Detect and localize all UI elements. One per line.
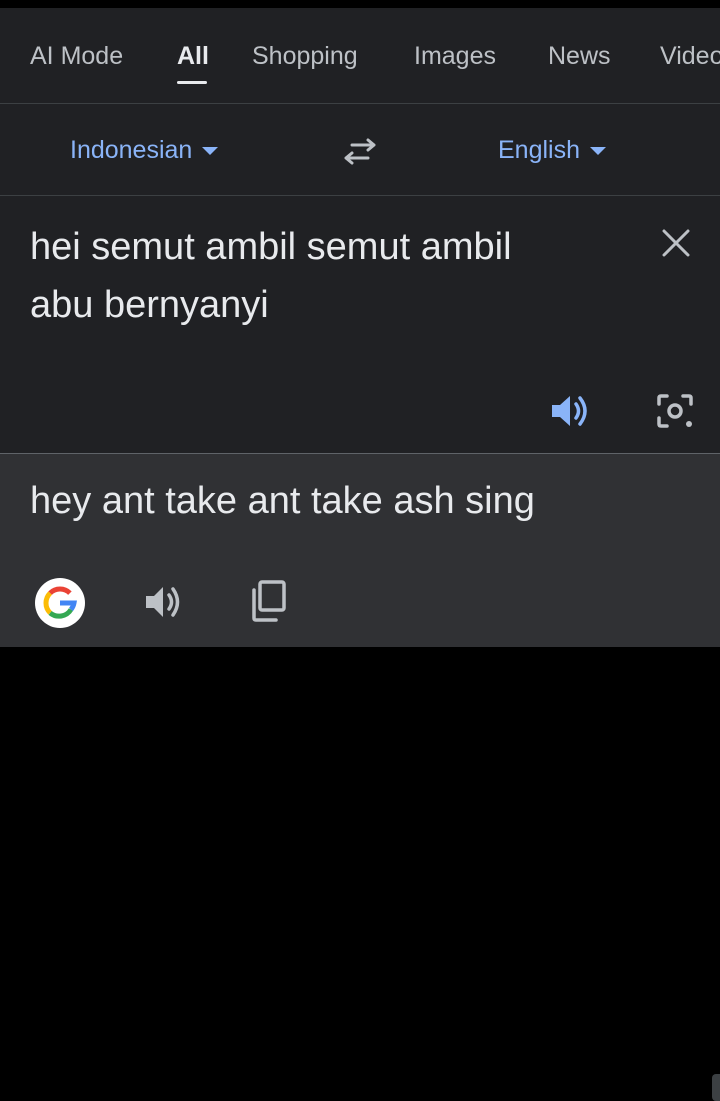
swap-languages-icon (344, 138, 376, 165)
tab-ai-mode[interactable]: AI Mode (30, 42, 123, 71)
source-text-input[interactable]: hei semut ambil semut ambil abu bernyany… (30, 218, 550, 334)
speaker-icon (552, 396, 587, 426)
clear-text-button[interactable] (659, 226, 693, 260)
scrollbar-thumb[interactable] (712, 1074, 720, 1101)
status-bar-strip (0, 0, 720, 8)
copy-translation-button[interactable] (250, 580, 288, 622)
camera-icon (657, 394, 693, 428)
speaker-icon (146, 587, 180, 617)
translation-result-panel: hey ant take ant take ash sing (0, 454, 720, 1101)
search-tabs: AI Mode All Shopping Images News Videos (0, 8, 720, 104)
listen-source-button[interactable] (550, 394, 594, 428)
tab-shopping[interactable]: Shopping (252, 42, 358, 71)
language-selector-row: Indonesian English (0, 104, 720, 196)
tab-news[interactable]: News (548, 42, 611, 71)
copy-icon (252, 580, 286, 622)
target-language-dropdown[interactable]: English (498, 136, 606, 165)
tab-videos[interactable]: Videos (660, 42, 720, 71)
tab-all[interactable]: All (177, 42, 209, 71)
source-language-dropdown[interactable]: Indonesian (70, 136, 219, 165)
camera-translate-button[interactable] (655, 392, 695, 430)
source-language-label: Indonesian (70, 136, 193, 164)
chevron-down-icon (590, 147, 606, 156)
source-text-panel: hei semut ambil semut ambil abu bernyany… (0, 196, 720, 454)
target-language-label: English (498, 136, 580, 164)
listen-translation-button[interactable] (144, 584, 186, 620)
close-icon (662, 229, 690, 257)
translated-text: hey ant take ant take ash sing (30, 480, 535, 522)
chevron-down-icon (202, 147, 219, 156)
swap-languages-button[interactable] (340, 137, 380, 167)
tab-images[interactable]: Images (414, 42, 496, 71)
active-tab-indicator (177, 81, 207, 84)
google-button[interactable] (35, 578, 85, 628)
google-logo-icon (43, 586, 77, 619)
